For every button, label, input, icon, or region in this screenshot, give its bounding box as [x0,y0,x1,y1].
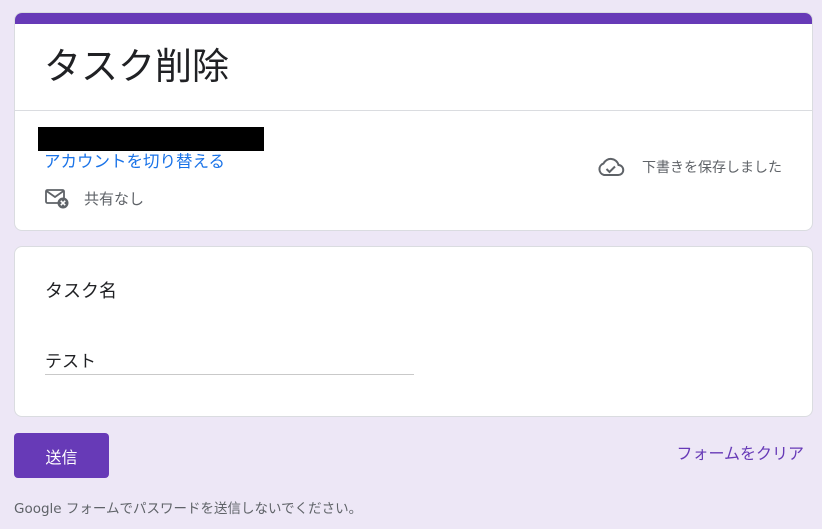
question-card: タスク名 [14,246,813,417]
header-divider [15,110,812,111]
draft-saved-status: 下書きを保存しました [596,154,782,180]
cloud-check-icon [596,155,626,179]
password-warning-footer: Google フォームでパスワードを送信しないでください。 [14,501,363,517]
form-header-card: タスク削除 アカウントを切り替える 共有なし 下書きを保存しました [14,12,813,231]
question-title: タスク名 [45,281,117,302]
draft-saved-label: 下書きを保存しました [642,160,782,176]
form-title: タスク削除 [44,45,229,88]
sharing-status: 共有なし [44,185,144,211]
switch-account-link[interactable]: アカウントを切り替える [44,151,225,173]
task-name-input[interactable] [45,345,414,375]
sharing-status-label: 共有なし [84,189,145,208]
clear-form-button[interactable]: フォームをクリア [676,443,804,465]
mail-not-shared-icon [44,186,70,210]
submit-button[interactable]: 送信 [14,433,109,478]
redacted-account-email [38,127,264,151]
theme-color-bar [15,13,812,24]
